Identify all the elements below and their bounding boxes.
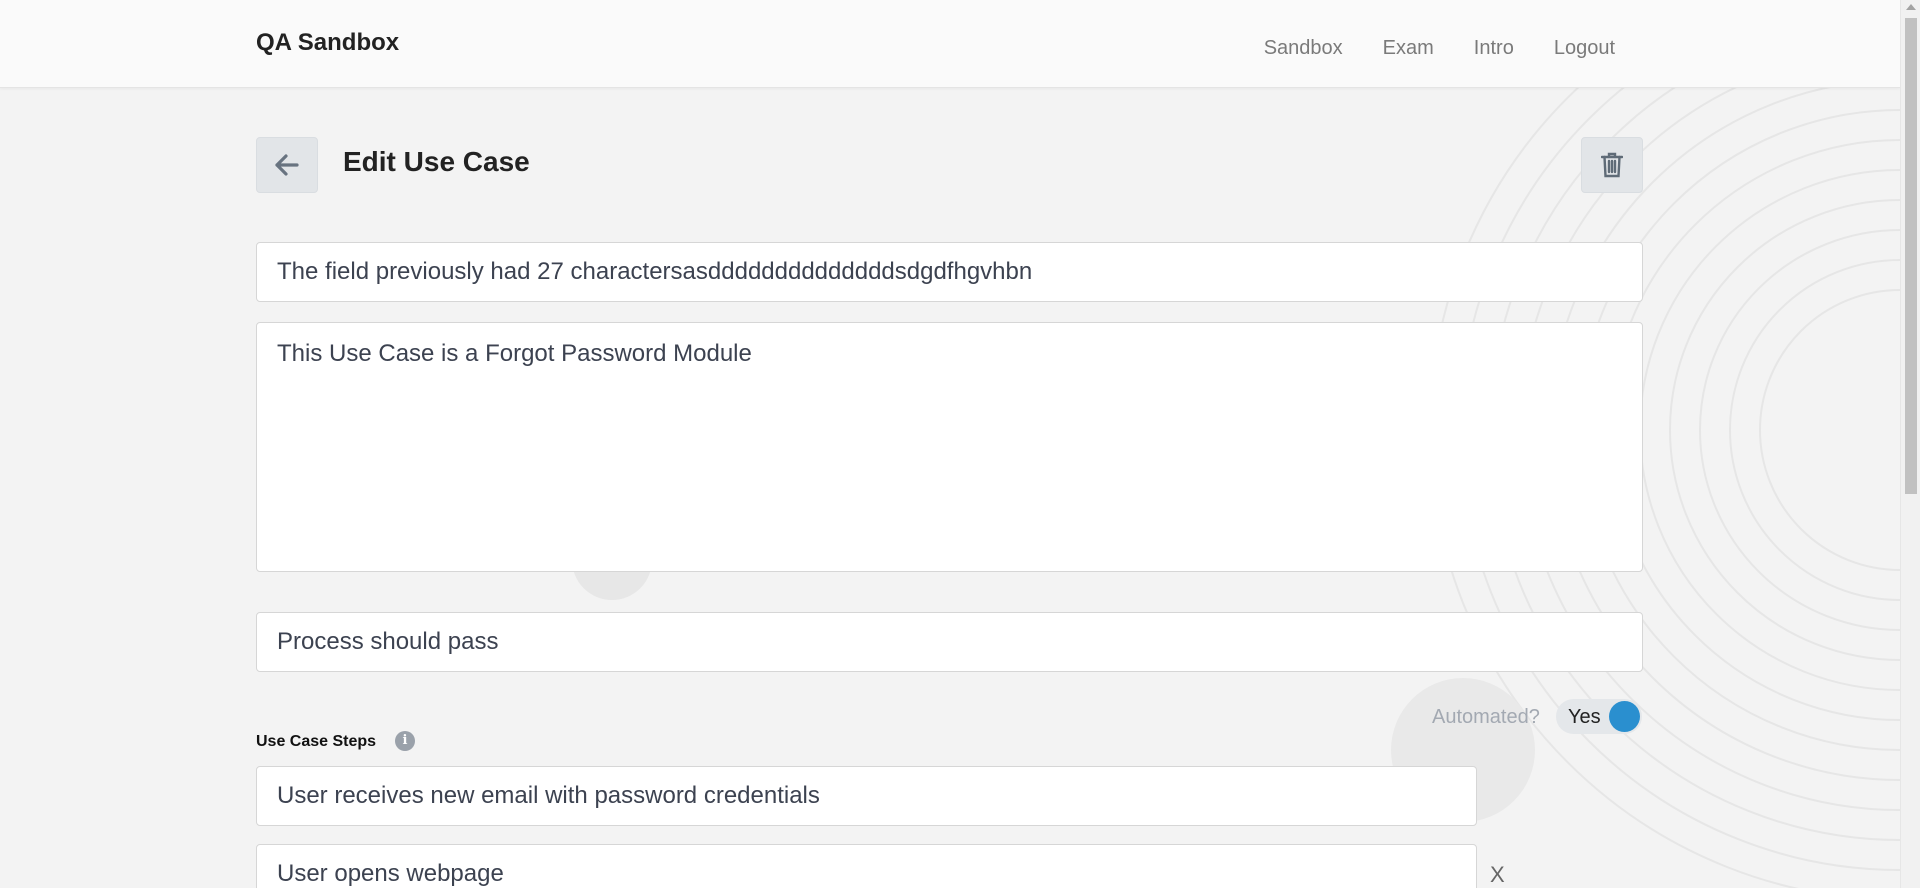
scroll-up-arrow-icon[interactable] <box>1906 4 1916 10</box>
nav-link-sandbox[interactable]: Sandbox <box>1264 37 1343 60</box>
remove-step-button[interactable]: X <box>1490 862 1505 888</box>
use-case-step-input[interactable]: User opens webpage <box>256 844 1477 888</box>
toggle-knob <box>1609 701 1640 732</box>
automated-toggle-label: Yes <box>1568 706 1601 728</box>
arrow-left-icon <box>275 154 299 176</box>
top-navbar: QA Sandbox Sandbox Exam Intro Logout <box>0 0 1900 88</box>
scrollbar-thumb[interactable] <box>1905 18 1917 494</box>
page-scrollbar[interactable] <box>1900 0 1920 888</box>
page-title: Edit Use Case <box>343 146 530 177</box>
back-button[interactable] <box>256 137 318 193</box>
nav-link-exam[interactable]: Exam <box>1383 37 1434 60</box>
trash-icon <box>1601 152 1623 178</box>
brand-logo[interactable]: QA Sandbox <box>256 29 399 57</box>
nav-link-intro[interactable]: Intro <box>1474 37 1514 60</box>
nav-link-logout[interactable]: Logout <box>1554 37 1615 60</box>
nav-links: Sandbox Exam Intro Logout <box>1264 37 1615 60</box>
use-case-steps-label: Use Case Steps <box>256 733 377 750</box>
page: QA Sandbox Sandbox Exam Intro Logout Edi… <box>0 0 1920 888</box>
info-icon[interactable]: i <box>395 731 415 751</box>
use-case-title-input[interactable]: The field previously had 27 charactersas… <box>256 242 1643 302</box>
use-case-step-input[interactable]: User receives new email with password cr… <box>256 766 1477 826</box>
automated-label: Automated? <box>1432 706 1540 728</box>
automated-toggle[interactable]: Yes <box>1556 699 1642 734</box>
use-case-description-textarea[interactable]: This Use Case is a Forgot Password Modul… <box>256 322 1643 572</box>
delete-button[interactable] <box>1581 137 1643 193</box>
expected-result-input[interactable]: Process should pass <box>256 612 1643 672</box>
